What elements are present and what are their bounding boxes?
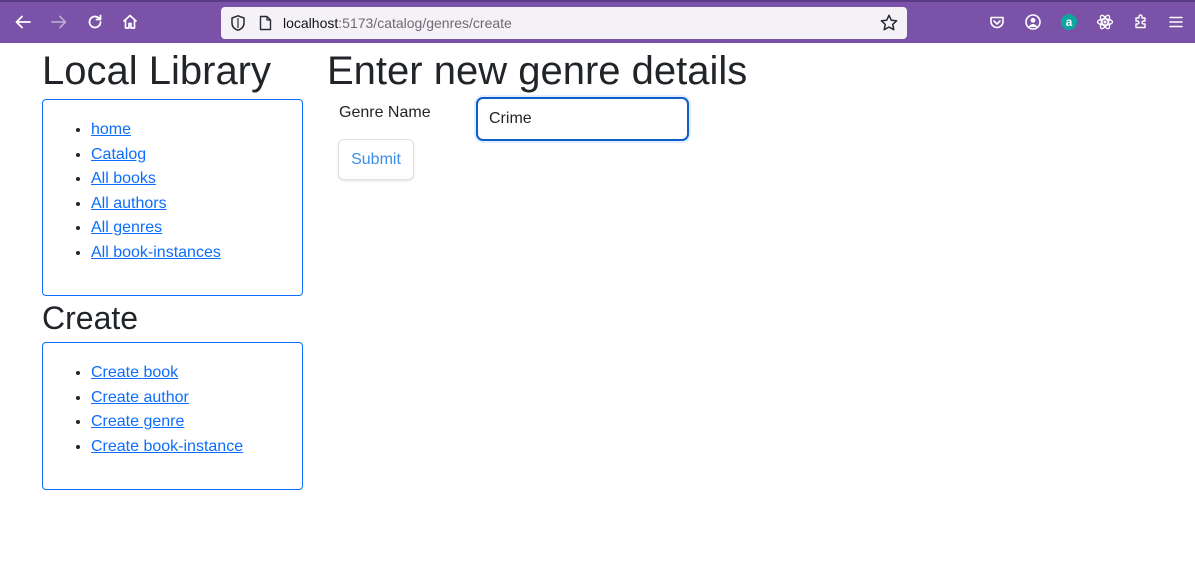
create-section-title: Create [42,300,139,336]
nav-link-all-book-instances[interactable]: All book-instances [91,244,221,261]
pocket-icon[interactable] [983,8,1011,36]
list-item: Create book-instance [91,435,243,460]
list-item: Create genre [91,410,243,435]
menu-icon[interactable] [1162,8,1190,36]
nav-list: home Catalog All books All authors All g… [43,118,221,265]
submit-button[interactable]: Submit [338,139,414,180]
list-item: Catalog [91,143,221,168]
create-nav: Create book Create author Create genre C… [42,342,303,490]
list-item: All books [91,167,221,192]
site-title: Local Library [42,49,272,93]
amazon-extension-icon[interactable]: a [1055,8,1083,36]
forward-icon[interactable] [45,8,73,36]
genre-name-label: Genre Name [339,104,431,121]
extensions-icon[interactable] [1127,8,1155,36]
shield-icon[interactable] [229,14,247,32]
list-item: All genres [91,216,221,241]
list-item: home [91,118,221,143]
nav-link-all-authors[interactable]: All authors [91,195,167,212]
create-link-author[interactable]: Create author [91,389,189,406]
create-link-book[interactable]: Create book [91,364,178,381]
nav-link-catalog[interactable]: Catalog [91,146,146,163]
browser-toolbar: localhost:5173/catalog/genres/create a [0,0,1195,43]
url-host: localhost [283,15,339,31]
list-item: Create author [91,386,243,411]
create-link-genre[interactable]: Create genre [91,413,184,430]
back-icon[interactable] [9,8,37,36]
react-devtools-icon[interactable] [1091,8,1119,36]
genre-name-input[interactable] [476,97,689,141]
list-item: Create book [91,361,243,386]
list-item: All authors [91,192,221,217]
url-text[interactable]: localhost:5173/catalog/genres/create [283,14,512,32]
reload-icon[interactable] [81,8,109,36]
nav-link-all-books[interactable]: All books [91,170,156,187]
create-list: Create book Create author Create genre C… [43,361,243,459]
page-icon[interactable] [258,15,273,31]
address-bar[interactable]: localhost:5173/catalog/genres/create [221,7,907,39]
nav-link-all-genres[interactable]: All genres [91,219,162,236]
url-path: :5173/catalog/genres/create [338,15,512,31]
svg-text:a: a [1066,15,1073,29]
home-icon[interactable] [116,8,144,36]
page-title: Enter new genre details [327,49,748,93]
nav-link-home[interactable]: home [91,121,131,138]
account-icon[interactable] [1019,8,1047,36]
list-item: All book-instances [91,241,221,266]
create-link-book-instance[interactable]: Create book-instance [91,438,243,455]
sidebar-nav: home Catalog All books All authors All g… [42,99,303,296]
bookmark-star-icon[interactable] [879,13,899,33]
